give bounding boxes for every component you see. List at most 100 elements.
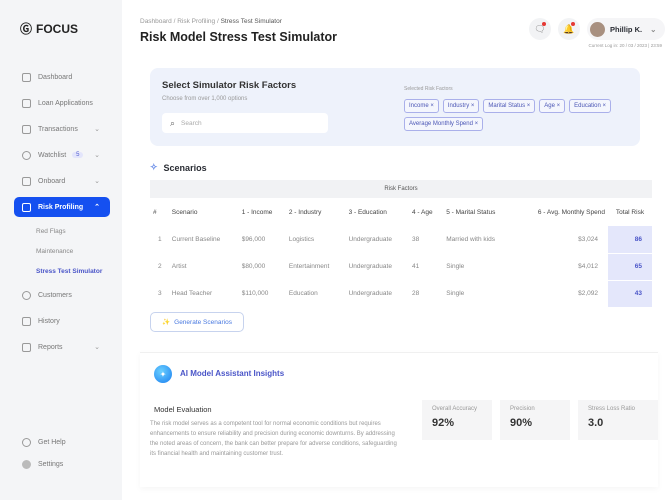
sidebar-item-reports[interactable]: Reports ⌄	[14, 337, 110, 357]
table-cell: Head Teacher	[171, 290, 213, 297]
sidebar-item-transactions[interactable]: Transactions ⌄	[14, 119, 110, 139]
table-cell: Undergraduate	[348, 290, 392, 297]
column-header: Total Risk	[615, 208, 645, 216]
table-cell: 2	[158, 263, 162, 270]
page-title: Risk Model Stress Test Simulator	[140, 30, 338, 44]
selector-title: Select Simulator Risk Factors	[162, 80, 297, 91]
close-icon[interactable]: ×	[557, 103, 561, 109]
stat-stress-loss-ratio: Stress Loss Ratio 3.0	[578, 400, 658, 440]
generate-scenarios-button[interactable]: ✨ Generate Scenarios	[150, 312, 244, 332]
sparkle-icon: ✨	[162, 319, 171, 326]
risk-factor-selector: Select Simulator Risk Factors Choose fro…	[150, 68, 640, 146]
notification-dot	[542, 22, 546, 26]
column-header: 1 - Income	[241, 208, 273, 216]
chip-label: Marital Status	[488, 103, 526, 109]
nav-label: Get Help	[38, 438, 66, 446]
gear-icon	[22, 459, 31, 469]
breadcrumb-risk-profiling[interactable]: Risk Profiling	[177, 18, 215, 25]
nav-label: Watchlist	[38, 151, 67, 159]
close-icon[interactable]: ×	[603, 103, 607, 109]
document-icon	[22, 98, 31, 108]
chip-education[interactable]: Education ×	[569, 99, 612, 113]
stat-value: 3.0	[588, 417, 604, 429]
model-evaluation-text: The risk model serves as a competent too…	[150, 421, 397, 457]
table-cell: $3,024	[578, 236, 598, 243]
table-cell: 38	[412, 236, 420, 243]
chip-age[interactable]: Age ×	[539, 99, 566, 113]
nav-label: Transactions	[38, 125, 78, 133]
ai-insights-panel: ✦ AI Model Assistant Insights Model Eval…	[140, 352, 658, 487]
stat-value: 90%	[510, 417, 533, 429]
table-cell: $80,000	[241, 263, 266, 270]
avatar	[590, 21, 605, 37]
sidebar-item-customers[interactable]: Customers	[14, 285, 110, 305]
column-header: #	[153, 208, 157, 216]
search-placeholder: Search	[181, 119, 202, 127]
column-header: 6 - Avg. Monthly Spend	[537, 208, 605, 216]
selected-factors-label: Selected Risk Factors	[404, 86, 453, 92]
stat-value: 92%	[432, 417, 455, 429]
nav-label: Dashboard	[38, 73, 73, 81]
chip-average-monthly-spend[interactable]: Average Monthly Spend ×	[404, 117, 484, 131]
user-icon	[22, 290, 31, 300]
insights-title: AI Model Assistant Insights	[180, 369, 285, 378]
chip-label: Income	[409, 103, 429, 109]
column-header: 2 - Industry	[288, 208, 322, 216]
breadcrumb-dashboard[interactable]: Dashboard	[140, 18, 172, 25]
user-name: Phillip K.	[610, 24, 643, 34]
sidebar-item-history[interactable]: History	[14, 311, 110, 331]
messages-button[interactable]: 🗨	[529, 18, 551, 40]
table-cell: Artist	[171, 263, 187, 270]
logo[interactable]: Ⓖ FOCUS	[20, 20, 78, 37]
scenarios-heading: ✧ Scenarios	[150, 162, 207, 173]
table-cell: Undergraduate	[348, 263, 392, 270]
close-icon[interactable]: ×	[527, 103, 531, 109]
chip-label: Average Monthly Spend	[409, 121, 473, 127]
sidebar-item-onboard[interactable]: Onboard ⌄	[14, 171, 110, 191]
table-cell: Undergraduate	[348, 236, 392, 243]
sidebar-item-dashboard[interactable]: Dashboard	[14, 67, 110, 87]
chip-label: Age	[544, 103, 555, 109]
chip-industry[interactable]: Industry ×	[442, 99, 480, 113]
chip-label: Education	[574, 103, 601, 109]
chip-marital-status[interactable]: Marital Status ×	[483, 99, 536, 113]
table-cell: Current Baseline	[171, 236, 221, 243]
sidebar-sub-maintenance[interactable]: Maintenance	[36, 248, 73, 255]
sidebar-sub-stress-test-simulator[interactable]: Stress Test Simulator	[36, 268, 102, 275]
box-icon	[22, 176, 31, 186]
sidebar: Ⓖ FOCUS Dashboard Loan Applications Trans…	[0, 0, 120, 500]
close-icon[interactable]: ×	[430, 103, 434, 109]
logo-icon: Ⓖ	[20, 22, 33, 36]
sliders-icon	[22, 202, 31, 212]
ai-sparkle-icon: ✦	[154, 365, 172, 383]
sidebar-item-risk-profiling[interactable]: Risk Profiling ⌃	[14, 197, 110, 217]
sidebar-item-watchlist[interactable]: Watchlist 5 ⌄	[14, 145, 110, 165]
sidebar-sub-red-flags[interactable]: Red Flags	[36, 228, 66, 235]
column-header: 4 - Age	[412, 208, 433, 216]
table-row[interactable]: 1 Current Baseline $96,000 Logistics Undergr…	[150, 226, 652, 254]
transactions-icon	[22, 124, 31, 134]
table-cell: Single	[446, 263, 465, 270]
chip-income[interactable]: Income ×	[404, 99, 439, 113]
table-cell: $2,092	[578, 290, 598, 297]
table-row[interactable]: 2 Artist $80,000 Entertainment Undergraduate…	[150, 253, 652, 281]
stat-label: Overall Accuracy	[432, 406, 478, 412]
table-cell: 3	[158, 290, 162, 297]
sidebar-get-help[interactable]: Get Help	[14, 432, 110, 452]
user-menu[interactable]: Phillip K. ⌄	[587, 18, 665, 40]
sidebar-settings[interactable]: Settings	[14, 454, 110, 474]
chevron-down-icon: ⌄	[94, 126, 100, 133]
breadcrumb: Dashboard / Risk Profiling / Stress Test…	[140, 18, 282, 25]
home-icon	[22, 72, 31, 82]
sparkle-icon: ✧	[150, 162, 158, 172]
close-icon[interactable]: ×	[471, 103, 475, 109]
table-cell: 1	[158, 236, 162, 243]
notifications-button[interactable]: 🔔	[558, 18, 580, 40]
search-icon: ⌕	[170, 117, 176, 128]
close-icon[interactable]: ×	[475, 121, 479, 127]
selected-chips: Income × Industry × Marital Status × Age…	[404, 99, 634, 131]
table-cell: 28	[412, 290, 420, 297]
table-row[interactable]: 3 Head Teacher $110,000 Education Undergradu…	[150, 280, 652, 308]
search-input[interactable]: ⌕ Search	[162, 113, 328, 133]
sidebar-item-loan-applications[interactable]: Loan Applications	[14, 93, 110, 113]
